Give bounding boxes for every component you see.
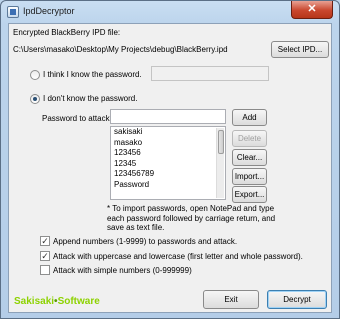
password-to-attack-label: Password to attack: (42, 114, 112, 123)
known-password-field[interactable] (151, 66, 269, 81)
add-button[interactable]: Add (232, 109, 267, 126)
password-list-item[interactable]: 123456789 (111, 169, 225, 180)
app-icon (7, 6, 19, 18)
close-button[interactable]: ✕ (291, 1, 333, 19)
clear-button[interactable]: Clear... (232, 149, 267, 166)
sakisaki-software-logo: Sakisaki•Software (14, 296, 100, 307)
import-button[interactable]: Import... (232, 168, 267, 185)
know-password-radio[interactable] (30, 70, 40, 80)
case-attack-checkbox[interactable]: ✓ (40, 251, 50, 261)
checkmark-icon: ✓ (41, 236, 49, 246)
export-button[interactable]: Export... (232, 186, 267, 203)
password-list-item[interactable]: sakisaki (111, 127, 225, 138)
password-list-scrollbar[interactable] (216, 128, 224, 198)
dont-know-password-radio[interactable] (30, 94, 40, 104)
select-ipd-button[interactable]: Select IPD... (271, 41, 329, 58)
password-to-attack-input[interactable] (110, 109, 226, 124)
app-window: IpdDecryptor ✕ Encrypted BlackBerry IPD … (0, 0, 340, 319)
close-icon: ✕ (307, 3, 317, 15)
append-numbers-checkbox[interactable]: ✓ (40, 236, 50, 246)
import-note: * To import passwords, open NotePad and … (107, 204, 276, 232)
password-list-item[interactable]: 12345 (111, 159, 225, 170)
scrollbar-thumb[interactable] (218, 130, 224, 154)
password-list-item[interactable]: 123456 (111, 148, 225, 159)
exit-button[interactable]: Exit (203, 290, 259, 309)
window-title: IpdDecryptor (23, 6, 75, 16)
simple-numbers-label: Attack with simple numbers (0-999999) (53, 266, 192, 275)
decrypt-button[interactable]: Decrypt (267, 290, 327, 309)
password-list-item[interactable]: Password (111, 180, 225, 191)
dialog-body: Encrypted BlackBerry IPD file: C:\Users\… (8, 23, 332, 313)
title-bar: IpdDecryptor ✕ (1, 1, 339, 23)
dont-know-password-label: I don't know the password. (43, 94, 138, 103)
password-list-item[interactable]: masako (111, 138, 225, 149)
checkmark-icon: ✓ (41, 251, 49, 261)
case-attack-label: Attack with uppercase and lowercase (fir… (53, 252, 303, 261)
know-password-label: I think I know the password. (43, 70, 142, 79)
ipd-file-label: Encrypted BlackBerry IPD file: (13, 28, 121, 37)
append-numbers-label: Append numbers (1-9999) to passwords and… (53, 237, 238, 246)
password-list: sakisaki masako 123456 12345 123456789 P… (111, 127, 225, 199)
delete-button[interactable]: Delete (232, 130, 267, 147)
simple-numbers-checkbox[interactable] (40, 265, 50, 275)
ipd-file-path: C:\Users\masako\Desktop\My Projects\debu… (13, 45, 228, 54)
